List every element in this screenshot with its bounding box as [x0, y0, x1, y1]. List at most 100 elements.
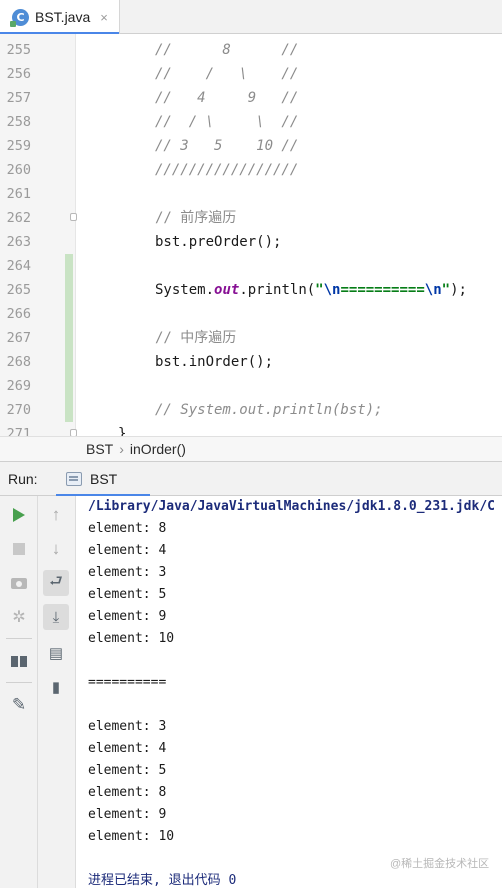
line-number: 265: [6, 282, 31, 298]
toolbar-divider: [6, 638, 32, 639]
line-number: 266: [6, 306, 31, 322]
line-number: 263: [6, 234, 31, 250]
console-line: ==========: [88, 675, 167, 690]
code-token: .println(: [239, 282, 316, 298]
console-line: element: 8: [88, 785, 167, 800]
stop-button[interactable]: [6, 536, 32, 562]
code-line: 258 // / \ \ //: [0, 110, 502, 134]
code-token: \n: [424, 282, 442, 298]
console-line: element: 10: [88, 829, 175, 844]
code-text: // 前序遍历: [155, 210, 237, 226]
line-number: 270: [6, 402, 31, 418]
breadcrumb-class[interactable]: BST: [86, 441, 113, 457]
console-line: element: 8: [88, 521, 167, 536]
line-number: 264: [6, 258, 31, 274]
code-text: bst.inOrder();: [155, 354, 274, 370]
bug-icon: ✲: [12, 609, 26, 626]
run-panel-header: Run: BST: [0, 462, 502, 497]
code-line: 257 // 4 9 //: [0, 86, 502, 110]
run-tab-bst[interactable]: BST: [56, 462, 150, 497]
tab-bst-java[interactable]: C BST.java ×: [0, 0, 120, 35]
run-panel-label: Run:: [8, 471, 38, 487]
console-line: element: 4: [88, 741, 167, 756]
code-text: // System.out.println(bst);: [155, 402, 383, 418]
code-text: /////////////////: [155, 162, 299, 178]
code-token: ==========: [340, 282, 425, 298]
console-command-line: /Library/Java/JavaVirtualMachines/jdk1.8…: [88, 499, 495, 514]
line-number: 259: [6, 138, 31, 154]
trash-icon: ▮: [51, 679, 61, 696]
code-line: 256 // / \ //: [0, 62, 502, 86]
breadcrumb-method[interactable]: inOrder(): [130, 441, 186, 457]
code-text: bst.preOrder();: [155, 234, 282, 250]
fold-marker-icon[interactable]: [70, 213, 77, 221]
code-token: ": [441, 282, 451, 298]
scroll-up-button[interactable]: ↑: [43, 502, 69, 528]
code-editor[interactable]: 255 // 8 // 256 // / \ // 257 // 4 9 // 258 // …: [0, 34, 502, 436]
code-line: 264: [0, 254, 502, 278]
debug-button[interactable]: ✲: [6, 604, 32, 630]
code-line: 271}: [0, 422, 502, 436]
rerun-button[interactable]: [6, 502, 32, 528]
code-token: System.: [155, 282, 215, 298]
breadcrumb-separator: ›: [119, 441, 124, 457]
code-line: 261: [0, 182, 502, 206]
code-text: // / \ \ //: [155, 114, 299, 130]
console-line: element: 3: [88, 719, 167, 734]
console-line: element: 5: [88, 763, 167, 778]
scroll-down-button[interactable]: ↓: [43, 536, 69, 562]
soft-wrap-button[interactable]: ⮐: [43, 570, 69, 596]
dump-threads-button[interactable]: [6, 570, 32, 596]
code-line: 263 bst.preOrder();: [0, 230, 502, 254]
console-line: element: 5: [88, 587, 167, 602]
code-text: // 中序遍历: [155, 330, 237, 346]
code-line: 265 System.out.println("\n==========\n");: [0, 278, 502, 302]
code-text: // 4 9 //: [155, 90, 299, 106]
clear-all-button[interactable]: ▮: [43, 674, 69, 700]
layout-button[interactable]: [6, 648, 32, 674]
watermark: @稀土掘金技术社区: [390, 858, 490, 870]
pin-tab-button[interactable]: ✎: [6, 692, 32, 718]
code-line: 255 // 8 //: [0, 38, 502, 62]
tab-label: BST.java: [35, 9, 91, 25]
code-text: // 8 //: [155, 42, 299, 58]
code-line: 266: [0, 302, 502, 326]
line-number: 261: [6, 186, 31, 202]
console-line: element: 9: [88, 609, 167, 624]
line-number: 257: [6, 90, 31, 106]
code-line: 269: [0, 374, 502, 398]
stop-icon: [13, 543, 25, 555]
console-output[interactable]: /Library/Java/JavaVirtualMachines/jdk1.8…: [76, 496, 502, 888]
line-number: 271: [6, 426, 31, 436]
soft-wrap-icon: ⮐: [49, 572, 63, 590]
console-exit-line: 进程已结束, 退出代码 0: [88, 873, 237, 888]
console-line: element: 4: [88, 543, 167, 558]
code-line: 260 /////////////////: [0, 158, 502, 182]
run-toolbar-secondary: ↑ ↓ ⮐ ⤓ ▤ ▮: [38, 496, 76, 888]
java-class-icon: C: [10, 8, 29, 27]
play-icon: [13, 508, 25, 522]
code-text: System.out.println("\n==========\n");: [155, 278, 467, 302]
code-token: out: [214, 282, 240, 298]
editor-tab-bar: C BST.java ×: [0, 0, 502, 35]
run-toolbar-primary: ✲ ✎: [0, 496, 38, 888]
fold-marker-icon[interactable]: [70, 429, 77, 436]
line-number: 262: [6, 210, 31, 226]
code-text: }: [118, 426, 127, 436]
toolbar-divider: [6, 682, 32, 683]
line-number: 256: [6, 66, 31, 82]
run-tab-label: BST: [90, 471, 118, 487]
line-number: 260: [6, 162, 31, 178]
arrow-up-icon: ↑: [51, 505, 61, 524]
breadcrumb: BST › inOrder(): [0, 436, 502, 462]
code-line: 268 bst.inOrder();: [0, 350, 502, 374]
console-line: element: 9: [88, 807, 167, 822]
arrow-down-icon: ↓: [51, 539, 61, 558]
close-icon[interactable]: ×: [100, 10, 108, 25]
line-number: 269: [6, 378, 31, 394]
line-number: 255: [6, 42, 31, 58]
print-button[interactable]: ▤: [43, 640, 69, 666]
line-number: 267: [6, 330, 31, 346]
console-line: element: 10: [88, 631, 175, 646]
scroll-to-end-button[interactable]: ⤓: [43, 604, 69, 630]
